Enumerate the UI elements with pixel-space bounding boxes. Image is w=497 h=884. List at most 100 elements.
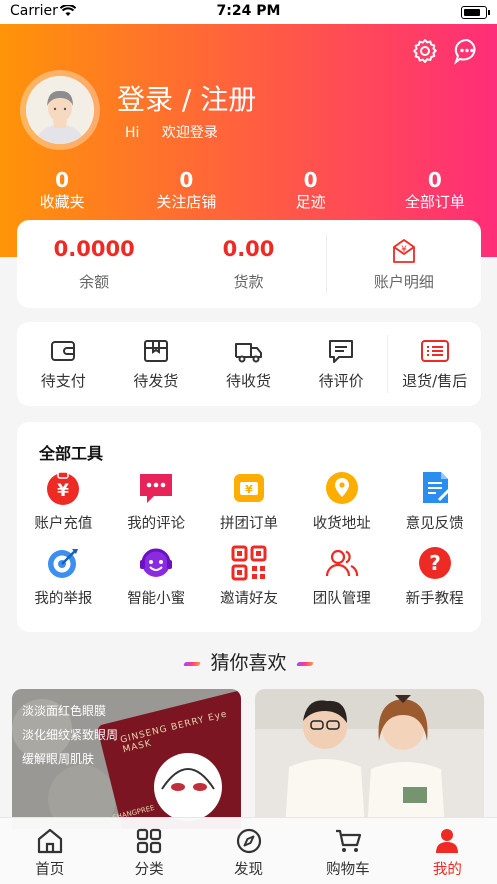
order-pending-receipt[interactable]: 待收货 [202,338,295,391]
account-details-label: 账户明细 [373,272,434,291]
clock: 7:24 PM [216,3,281,19]
payment[interactable]: 0.00 货款 [171,237,325,292]
status-bar: Carrier 7:24 PM [0,0,497,24]
tab-cart[interactable]: 购物车 [298,818,397,884]
svg-text:¥: ¥ [57,481,69,501]
product-caption: 淡淡面红色眼膜 淡化细纹紧致眼周 缓解眼周肌肤 [22,699,118,771]
profile-stats: 0 收藏夹 0 关注店铺 0 足迹 0 全部订单 [0,168,497,212]
recharge-icon: ¥ [47,471,80,505]
avatar[interactable] [20,70,100,150]
payment-value: 0.00 [222,236,275,261]
tab-discover[interactable]: 发现 [199,818,298,884]
category-icon [137,828,162,854]
tool-label: 邀请好友 [219,591,278,607]
gear-icon[interactable] [411,37,439,65]
tool-group-orders[interactable]: ¥ 拼团订单 [203,470,296,533]
tool-invite-friends[interactable]: 邀请好友 [203,545,296,608]
balance[interactable]: 0.0000 余额 [17,237,171,292]
greeting-hi: Hi [125,125,140,141]
payment-label: 货款 [233,272,264,291]
profile-icon [436,829,459,853]
header-actions [411,37,481,65]
greeting-welcome: 欢迎登录 [161,125,218,141]
product-card-couple-tshirt[interactable] [255,689,484,829]
balance-value: 0.0000 [53,236,135,261]
list-icon [420,339,449,362]
product-card-eye-mask[interactable]: 淡淡面红色眼膜 淡化细纹紧致眼周 缓解眼周肌肤 GINSENG BERRY Ey… [12,689,241,829]
tool-tutorial[interactable]: ? 新手教程 [388,545,481,608]
team-icon [325,549,358,577]
assistant-icon [140,548,173,577]
tool-recharge[interactable]: ¥ 账户充值 [17,470,110,533]
tool-label: 智能小蜜 [127,591,186,607]
order-label: 待收货 [225,371,271,390]
order-label: 待支付 [40,371,86,390]
tab-mine[interactable]: 我的 [398,818,497,884]
svg-text:¥: ¥ [401,245,407,255]
balance-label: 余额 [79,272,110,291]
order-label: 待发货 [133,371,179,390]
help-icon: ? [418,547,451,579]
account-details[interactable]: ¥ 账户明细 [327,237,481,292]
cart-icon [335,829,362,852]
svg-text:¥: ¥ [245,483,253,496]
stat-value: 0 [55,168,70,192]
order-pending-shipment[interactable]: 待发货 [110,338,203,391]
battery-icon [461,6,490,19]
svg-text:?: ? [429,551,441,575]
tools-grid: ¥ 账户充值 我的评论 ¥ 拼团订单 收货地址 意见反馈 我的举报 智能小蜜 邀… [17,470,481,608]
caption-line: 淡淡面红色眼膜 [22,704,107,718]
tab-label: 首页 [35,862,65,878]
compass-icon [236,828,261,854]
tool-label: 新手教程 [405,591,464,607]
tool-label: 收货地址 [312,516,371,532]
tool-label: 意见反馈 [405,516,464,532]
order-label: 待评价 [318,371,364,390]
stat-all-orders[interactable]: 0 全部订单 [373,168,497,212]
report-target-icon [48,549,79,578]
order-pending-review[interactable]: 待评价 [295,338,388,391]
truck-icon [235,342,263,362]
stat-label: 关注店铺 [156,193,217,211]
order-pending-payment[interactable]: 待支付 [17,338,110,391]
login-register-link[interactable]: 登录 / 注册 [117,78,256,118]
chat-icon[interactable] [453,37,481,65]
tool-address[interactable]: 收货地址 [295,470,388,533]
qr-code-icon [231,545,267,581]
stat-followed-shops[interactable]: 0 关注店铺 [124,168,248,212]
tool-my-comments[interactable]: 我的评论 [110,470,203,533]
stat-favorites[interactable]: 0 收藏夹 [0,168,124,212]
wallet-card: 0.0000 余额 0.00 货款 ¥ 账户明细 [17,220,481,308]
group-order-icon: ¥ [233,474,264,502]
decor-bar [183,661,202,666]
tab-home[interactable]: 首页 [0,818,99,884]
default-avatar-icon [26,76,94,144]
order-returns[interactable]: 退货/售后 [388,338,481,391]
tool-feedback[interactable]: 意见反馈 [388,470,481,533]
tools-card: 全部工具 ¥ 账户充值 我的评论 ¥ 拼团订单 收货地址 意见反馈 我的举报 智… [17,422,481,632]
stat-label: 全部订单 [404,193,465,211]
tool-label: 拼团订单 [219,516,278,532]
tool-label: 我的举报 [34,591,93,607]
couple-tshirt-product-image [255,689,484,829]
feedback-icon [422,472,451,503]
stat-footprints[interactable]: 0 足迹 [249,168,373,212]
stat-label: 足迹 [295,193,326,211]
recommend-heading: 猜你喜欢 [0,648,497,675]
tab-label: 发现 [234,862,264,878]
tool-assistant[interactable]: 智能小蜜 [110,545,203,608]
tab-label: 我的 [432,862,462,878]
tab-label: 购物车 [326,862,370,878]
home-icon [37,828,62,854]
wallet-icon [51,340,76,361]
stat-value: 0 [303,168,318,192]
tools-title: 全部工具 [39,444,104,463]
tool-label: 我的评论 [127,516,186,532]
welcome-text: Hi 欢迎登录 [125,122,218,142]
tool-team-management[interactable]: 团队管理 [295,545,388,608]
tab-label: 分类 [134,862,164,878]
stat-value: 0 [179,168,194,192]
tool-my-reports[interactable]: 我的举报 [17,545,110,608]
tab-category[interactable]: 分类 [99,818,198,884]
comment-bubble-icon [140,474,173,503]
